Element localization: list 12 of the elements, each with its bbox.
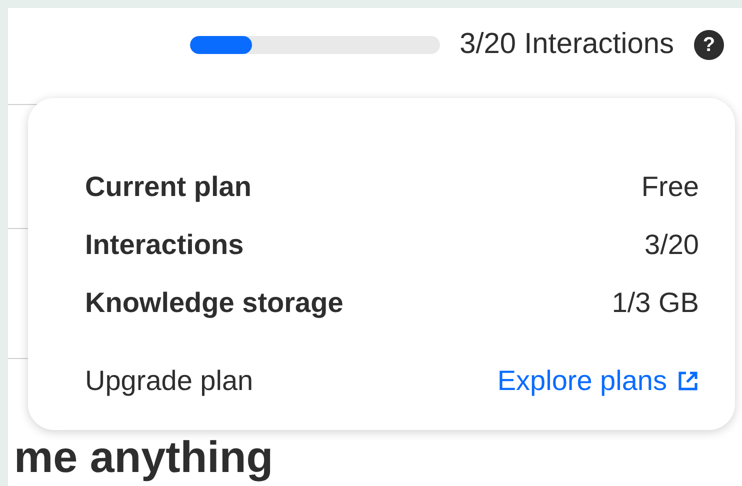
help-icon[interactable]: ? <box>694 30 724 60</box>
plan-row-label: Interactions <box>85 228 244 262</box>
page-heading: me anything <box>14 436 274 480</box>
plan-row-value: Free <box>641 170 699 204</box>
plan-row-value: 3/20 <box>644 228 699 262</box>
explore-plans-link[interactable]: Explore plans <box>497 360 699 402</box>
plan-row-value: 1/3 GB <box>612 286 699 320</box>
external-link-icon <box>677 370 699 392</box>
upgrade-label: Upgrade plan <box>85 364 254 398</box>
plan-row-label: Knowledge storage <box>85 286 344 320</box>
usage-label: 3/20 Interactions <box>460 27 674 62</box>
plan-row-label: Current plan <box>85 170 252 204</box>
